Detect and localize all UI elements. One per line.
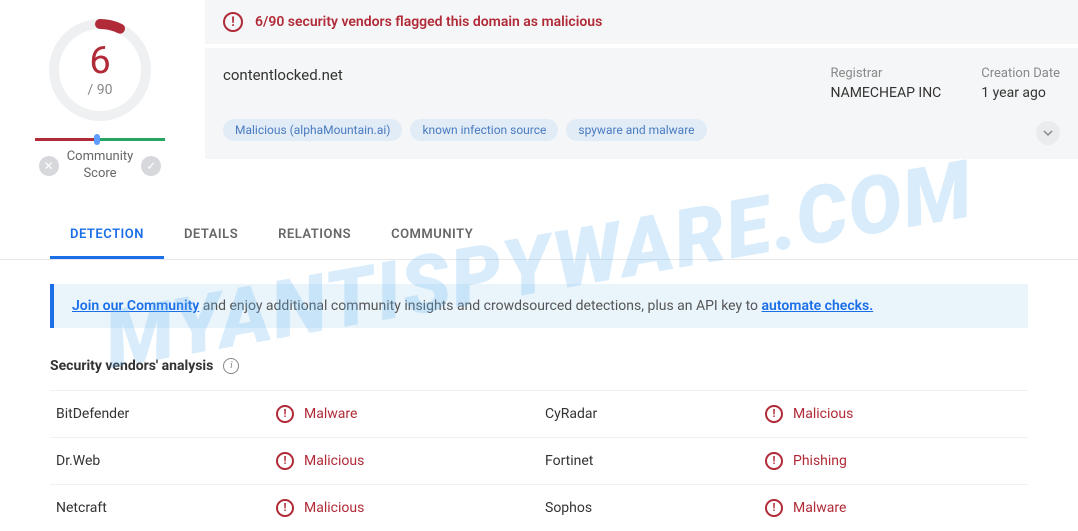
summary-panel: ! 6/90 security vendors flagged this dom… [200, 0, 1078, 193]
vendor-name: Dr.Web [56, 453, 276, 469]
tag[interactable]: Malicious (alphaMountain.ai) [223, 119, 402, 141]
verdict-text: Malicious [793, 406, 853, 422]
score-gauge: 6 / 90 [40, 10, 160, 130]
creation-date-block: Creation Date 1 year ago [981, 66, 1060, 101]
verdict-text: Malicious [304, 500, 364, 516]
automate-checks-link[interactable]: automate checks. [762, 298, 874, 314]
vendor-verdict: ! Malicious [276, 452, 533, 470]
tags-row: Malicious (alphaMountain.ai) known infec… [223, 119, 1060, 141]
vendor-verdict: ! Malicious [765, 405, 1022, 423]
registrar-block: Registrar NAMECHEAP INC [830, 66, 941, 101]
verdict-text: Malicious [304, 453, 364, 469]
vendor-name: Netcraft [56, 500, 276, 516]
vendor-verdict: ! Malicious [276, 499, 533, 517]
warning-icon: ! [276, 405, 294, 423]
vendor-verdict: ! Malware [765, 499, 1022, 517]
vendor-verdict: ! Malware [276, 405, 533, 423]
score-panel: 6 / 90 ✕ Community Score ✓ [0, 0, 200, 193]
tag[interactable]: spyware and malware [566, 119, 706, 141]
verdict-text: Malware [793, 500, 846, 516]
vendor-verdict: ! Phishing [765, 452, 1022, 470]
content-area: Join our Community and enjoy additional … [0, 260, 1078, 531]
score-bar-marker [94, 134, 100, 145]
table-row: Netcraft ! Malicious Sophos ! Malware [50, 484, 1028, 531]
verdict-text: Phishing [793, 453, 847, 469]
community-score-label: Community Score [67, 149, 134, 183]
check-icon: ✓ [141, 156, 161, 176]
vendor-name: Fortinet [545, 453, 765, 469]
community-banner: Join our Community and enjoy additional … [50, 284, 1028, 328]
x-icon: ✕ [39, 156, 59, 176]
score-numerator: 6 [88, 42, 113, 80]
join-community-link[interactable]: Join our Community [72, 298, 199, 314]
vendor-name: Sophos [545, 500, 765, 516]
vendor-name: BitDefender [56, 406, 276, 422]
info-icon[interactable]: i [223, 358, 239, 374]
table-row: BitDefender ! Malware CyRadar ! Maliciou… [50, 390, 1028, 437]
score-denominator: / 90 [88, 82, 113, 98]
creation-date-label: Creation Date [981, 66, 1060, 81]
registrar-label: Registrar [830, 66, 941, 81]
warning-icon: ! [276, 499, 294, 517]
tab-detection[interactable]: DETECTION [50, 213, 164, 259]
verdict-text: Malware [304, 406, 357, 422]
community-score-row: ✕ Community Score ✓ [39, 149, 162, 183]
header-section: 6 / 90 ✕ Community Score ✓ ! 6/90 securi… [0, 0, 1078, 193]
expand-chevron-icon[interactable] [1036, 121, 1060, 145]
creation-date-value: 1 year ago [981, 85, 1060, 101]
tab-community[interactable]: COMMUNITY [371, 213, 493, 259]
community-banner-text: and enjoy additional community insights … [199, 298, 761, 314]
warning-icon: ! [765, 452, 783, 470]
info-card: contentlocked.net Registrar NAMECHEAP IN… [205, 48, 1078, 159]
alert-text: 6/90 security vendors flagged this domai… [255, 14, 602, 30]
tag[interactable]: known infection source [410, 119, 558, 141]
alert-banner: ! 6/90 security vendors flagged this dom… [205, 0, 1078, 44]
alert-icon: ! [223, 12, 243, 32]
warning-icon: ! [276, 452, 294, 470]
table-row: Dr.Web ! Malicious Fortinet ! Phishing [50, 437, 1028, 484]
domain-name: contentlocked.net [223, 66, 343, 84]
warning-icon: ! [765, 499, 783, 517]
registrar-value: NAMECHEAP INC [830, 85, 941, 101]
warning-icon: ! [765, 405, 783, 423]
section-title-row: Security vendors' analysis i [50, 358, 1028, 374]
tab-bar: DETECTION DETAILS RELATIONS COMMUNITY [0, 213, 1078, 260]
section-title: Security vendors' analysis [50, 358, 213, 374]
score-bar [35, 138, 165, 141]
vendor-name: CyRadar [545, 406, 765, 422]
tab-details[interactable]: DETAILS [164, 213, 258, 259]
tab-relations[interactable]: RELATIONS [258, 213, 371, 259]
vendor-table: BitDefender ! Malware CyRadar ! Maliciou… [50, 390, 1028, 531]
